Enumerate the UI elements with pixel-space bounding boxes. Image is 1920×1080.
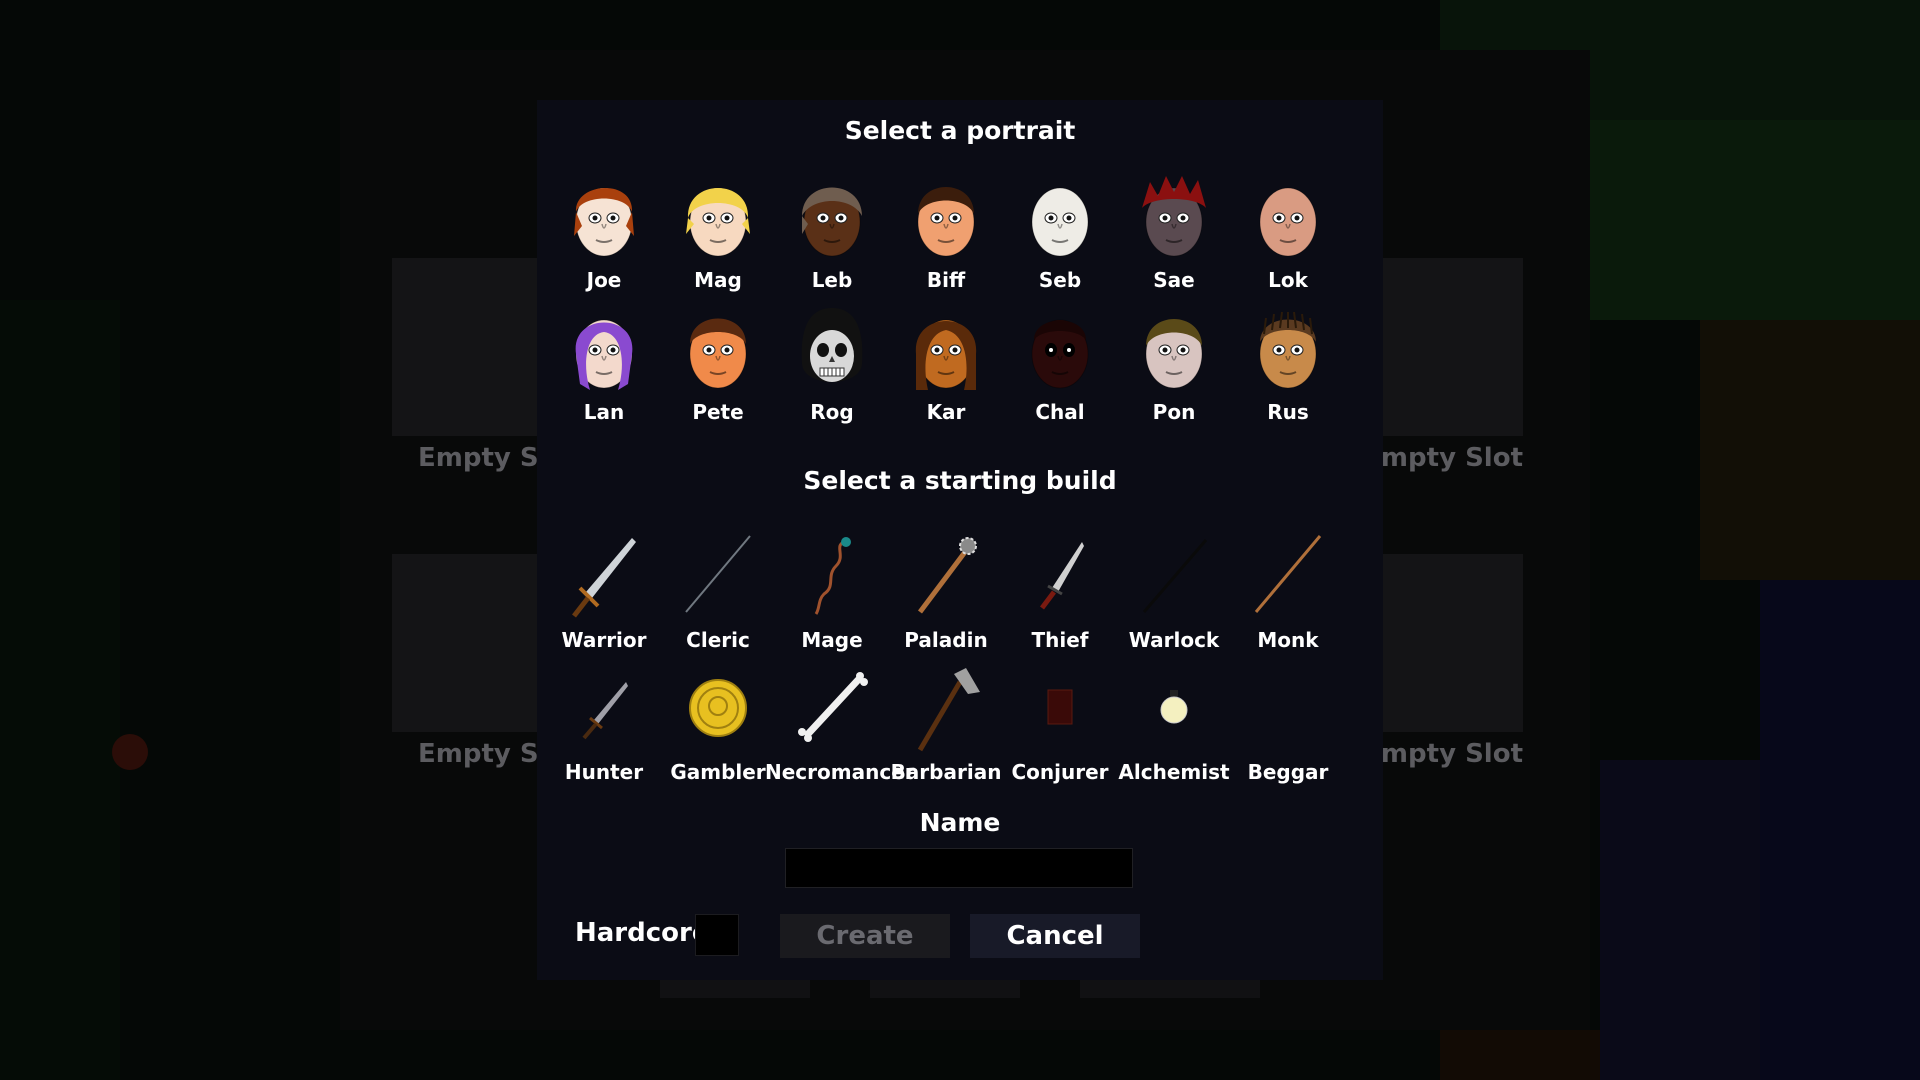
portrait-leb-icon — [794, 172, 870, 262]
create-button[interactable]: Create — [780, 914, 950, 958]
portrait-option[interactable]: Joe — [547, 172, 661, 302]
portrait-seb-icon — [1022, 172, 1098, 262]
build-option[interactable]: Warlock — [1117, 532, 1231, 662]
build-option[interactable]: Mage — [775, 532, 889, 662]
portrait-lan-icon — [566, 304, 642, 394]
portrait-option[interactable]: Sae — [1117, 172, 1231, 302]
portrait-sae-icon — [1136, 172, 1212, 262]
portrait-option[interactable]: Pon — [1117, 304, 1231, 434]
bg-button — [660, 978, 810, 998]
portrait-mag-icon — [680, 172, 756, 262]
portrait-biff-icon — [908, 172, 984, 262]
portrait-kar-icon — [908, 304, 984, 394]
potion-icon — [1136, 664, 1212, 754]
slot-label: Empty Slot — [1383, 739, 1523, 769]
build-option[interactable]: Cleric — [661, 532, 775, 662]
portrait-pete-icon — [680, 304, 756, 394]
character-creation-dialog: Select a portrait Joe Mag Leb Biff Seb S… — [537, 100, 1383, 980]
bg-button — [1080, 978, 1260, 998]
name-input[interactable] — [785, 848, 1133, 888]
build-option[interactable]: Necromancer — [765, 664, 915, 794]
bone-icon — [794, 664, 870, 754]
portrait-section-title: Select a portrait — [844, 116, 1076, 145]
portrait-rog-skull-icon — [794, 304, 870, 394]
portrait-option[interactable]: Seb — [1003, 172, 1117, 302]
slot-label: Empty Slot — [418, 739, 537, 769]
cancel-button[interactable]: Cancel — [970, 914, 1140, 958]
portrait-option[interactable]: Kar — [889, 304, 1003, 434]
dark-staff-icon — [1136, 532, 1212, 622]
build-option[interactable]: Monk — [1231, 532, 1345, 662]
name-label: Name — [919, 808, 1001, 837]
spellbook-icon — [1022, 664, 1098, 754]
dagger-icon — [1022, 532, 1098, 622]
portrait-option[interactable]: Pete — [661, 304, 775, 434]
wand-icon — [794, 532, 870, 622]
gold-coin-icon — [680, 664, 756, 754]
portrait-joe-icon — [566, 172, 642, 262]
portrait-rus-icon — [1250, 304, 1326, 394]
save-slot — [1383, 258, 1523, 436]
staff-icon — [680, 532, 756, 622]
build-option[interactable]: Barbarian — [889, 664, 1003, 794]
portrait-option[interactable]: Mag — [661, 172, 775, 302]
bg-terrain — [0, 300, 120, 1080]
quarterstaff-icon — [1250, 532, 1326, 622]
slot-label: Empty Slot — [418, 443, 537, 473]
portrait-lok-icon — [1250, 172, 1326, 262]
coin-icon — [112, 734, 148, 770]
axe-icon — [908, 664, 984, 754]
slot-label: Empty Slot — [1383, 443, 1523, 473]
build-option[interactable]: Hunter — [547, 664, 661, 794]
empty-icon — [1250, 664, 1326, 754]
build-option[interactable]: Conjurer — [1003, 664, 1117, 794]
bg-terrain — [1700, 320, 1920, 580]
hardcore-label: Hardcore — [575, 918, 710, 948]
bg-terrain — [1590, 120, 1920, 320]
bg-terrain — [1440, 1030, 1600, 1080]
bg-terrain — [1600, 760, 1760, 1080]
portrait-label: Lok — [1268, 268, 1308, 292]
build-label: Beggar — [1247, 760, 1329, 784]
short-sword-icon — [566, 664, 642, 754]
save-slot — [392, 258, 537, 436]
build-option[interactable]: Beggar — [1231, 664, 1345, 794]
build-section-title: Select a starting build — [803, 466, 1117, 495]
portrait-option[interactable]: Leb — [775, 172, 889, 302]
portrait-option[interactable]: Rus — [1231, 304, 1345, 434]
portrait-option[interactable]: Biff — [889, 172, 1003, 302]
mace-icon — [908, 532, 984, 622]
build-label: Monk — [1257, 628, 1319, 652]
save-slot — [392, 554, 537, 732]
build-option[interactable]: Gambler — [661, 664, 775, 794]
build-option[interactable]: Warrior — [547, 532, 661, 662]
hardcore-checkbox[interactable] — [695, 914, 739, 956]
sword-icon — [566, 532, 642, 622]
portrait-option[interactable]: Lan — [547, 304, 661, 434]
portrait-option[interactable]: Lok — [1231, 172, 1345, 302]
portrait-label: Rus — [1267, 400, 1309, 424]
save-slot — [1383, 554, 1523, 732]
build-option[interactable]: Alchemist — [1117, 664, 1231, 794]
bg-terrain — [1760, 580, 1920, 1080]
bg-button — [870, 978, 1020, 998]
portrait-pon-icon — [1136, 304, 1212, 394]
build-option[interactable]: Paladin — [889, 532, 1003, 662]
build-option[interactable]: Thief — [1003, 532, 1117, 662]
portrait-chal-icon — [1022, 304, 1098, 394]
portrait-option[interactable]: Chal — [1003, 304, 1117, 434]
portrait-option[interactable]: Rog — [775, 304, 889, 434]
